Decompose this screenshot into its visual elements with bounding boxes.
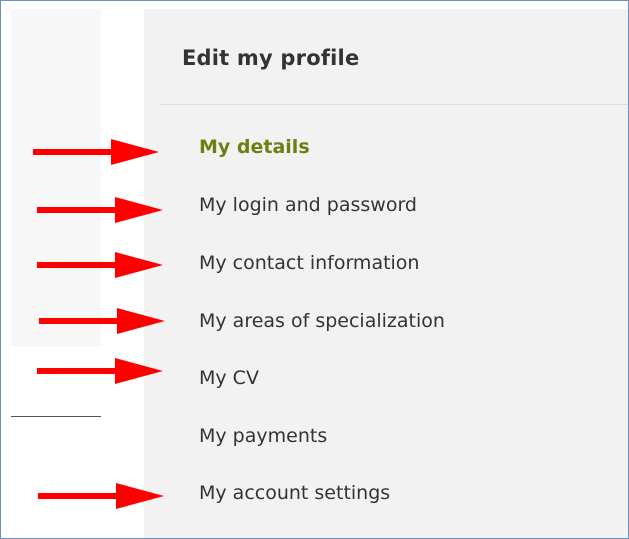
left-background-area [11, 9, 101, 347]
arrow-right-icon [33, 139, 159, 165]
panel-divider [159, 104, 628, 105]
arrow-right-icon [37, 358, 163, 384]
menu-item-account-settings[interactable]: My account settings [199, 482, 390, 504]
arrow-right-icon [38, 483, 164, 509]
left-divider-line [11, 416, 101, 417]
menu-item-areas-of-specialization[interactable]: My areas of specialization [199, 310, 445, 332]
screenshot-frame: Edit my profile My details My login and … [0, 0, 629, 539]
menu-item-login-password[interactable]: My login and password [199, 194, 417, 216]
arrow-right-icon [37, 197, 163, 223]
menu-item-payments[interactable]: My payments [199, 425, 327, 447]
menu-item-contact-information[interactable]: My contact information [199, 252, 419, 274]
menu-item-cv[interactable]: My CV [199, 367, 259, 389]
arrow-right-icon [39, 308, 165, 334]
edit-profile-panel: Edit my profile My details My login and … [144, 9, 628, 538]
arrow-right-icon [37, 252, 163, 278]
panel-title: Edit my profile [182, 46, 360, 70]
menu-item-my-details[interactable]: My details [199, 136, 310, 158]
